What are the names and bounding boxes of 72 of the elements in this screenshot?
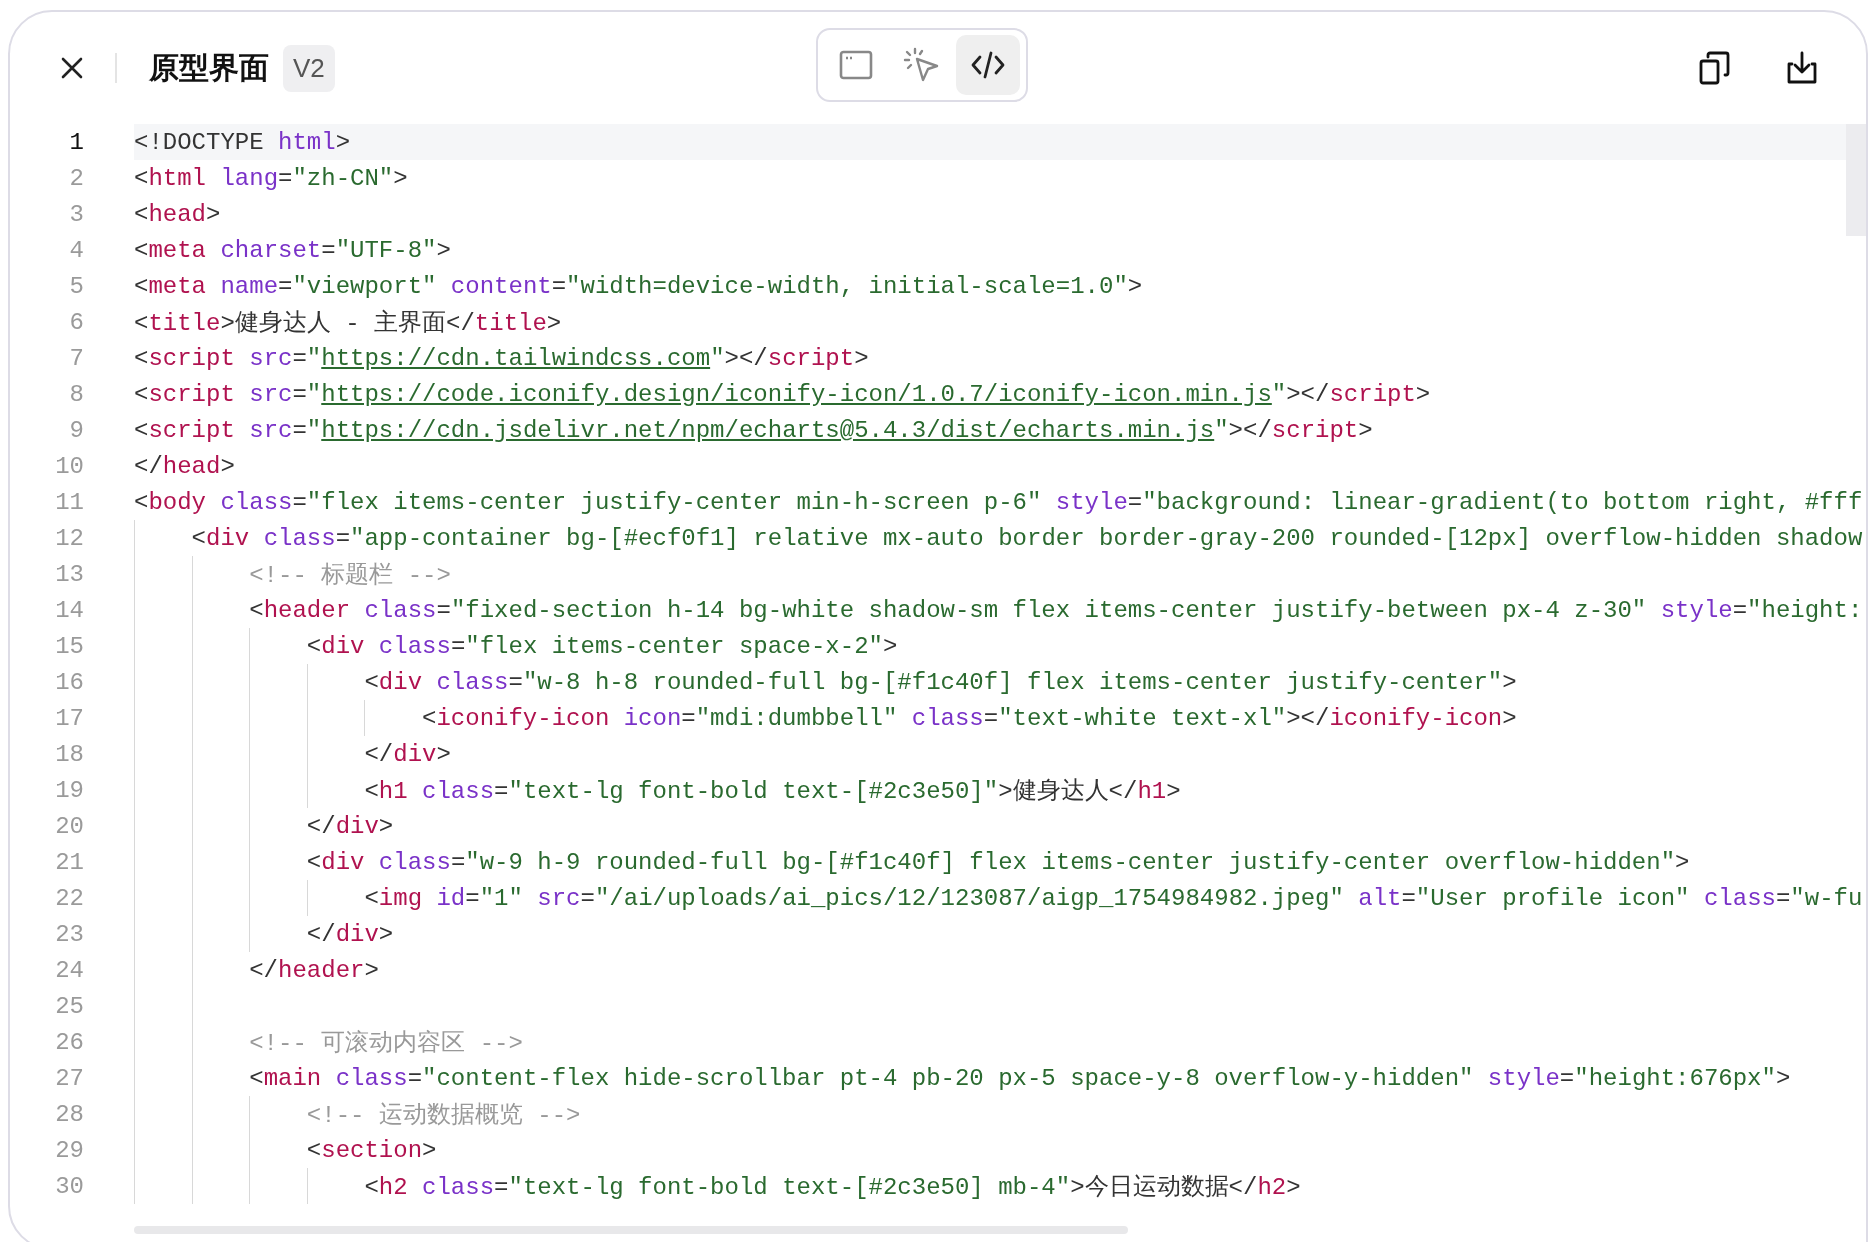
code-line: <div class="app-container bg-[#ecf0f1] relative mx-auto border border-gray-200 rounded-[12px] overflow-hidden shadow (191, 524, 1863, 552)
line-number: 28 (54, 1100, 84, 1128)
scrollbar-thumb[interactable] (1846, 124, 1866, 236)
close-icon (59, 55, 85, 81)
line-number: 24 (54, 956, 84, 984)
code-line: <meta name="viewport" content="width=device-width, initial-scale=1.0"> (134, 272, 1143, 300)
line-number: 9 (68, 416, 84, 444)
line-number: 27 (54, 1064, 84, 1092)
line-number: 23 (54, 920, 84, 948)
line-number: 14 (54, 596, 84, 624)
line-number: 20 (54, 812, 84, 840)
line-number: 25 (54, 992, 84, 1020)
code-line: </head> (134, 452, 235, 480)
code-line: </div> (306, 812, 394, 840)
cursor-click-icon (903, 47, 941, 83)
code-line: </div> (364, 740, 451, 768)
code-line: <script src="https://code.iconify.design/iconify-icon/1.0.7/iconify-icon.min.js"></script> (134, 380, 1431, 408)
code-link[interactable]: https://code.iconify.design/iconify-icon/1.0.7/iconify-icon.min.js (321, 380, 1272, 408)
code-line: <script src="https://cdn.jsdelivr.net/npm/echarts@5.4.3/dist/echarts.min.js"></script> (134, 416, 1373, 444)
code-line: <div class="w-9 h-9 rounded-full bg-[#f1c40f] flex items-center justify-center overflow-hidden"> (306, 848, 1690, 876)
code-line: <script src="https://cdn.tailwindcss.com"></script> (134, 344, 869, 372)
code-line: <h1 class="text-lg font-bold text-[#2c3e50]">健身达人</h1> (364, 777, 1181, 806)
code-line: <div class="flex items-center space-x-2"> (306, 632, 898, 660)
code-line: <title>健身达人 - 主界面</title> (134, 308, 562, 338)
line-number: 6 (68, 308, 84, 336)
line-number: 29 (54, 1136, 84, 1164)
line-number: 13 (54, 560, 84, 588)
line-number: 21 (54, 848, 84, 876)
code-icon (970, 50, 1006, 80)
line-number: 26 (54, 1028, 84, 1056)
code-line: <meta charset="UTF-8"> (134, 236, 451, 264)
code-line: <iconify-icon icon="mdi:dumbbell" class="text-white text-xl"></iconify-icon> (422, 704, 1517, 732)
code-line: <!-- 可滚动内容区 --> (249, 1029, 523, 1058)
line-number: 19 (54, 776, 84, 804)
line-number: 1 (68, 128, 84, 156)
code-line: </div> (306, 920, 394, 948)
code-link[interactable]: https://cdn.jsdelivr.net/npm/echarts@5.4.3/dist/echarts.min.js (321, 416, 1215, 444)
line-number: 4 (68, 236, 84, 264)
version-badge: V2 (283, 44, 335, 92)
code-line: <html lang="zh-CN"> (134, 164, 408, 192)
code-line: <main class="content-flex hide-scrollbar pt-4 pb-20 px-5 space-y-8 overflow-y-hidden" style="height:676px"> (249, 1064, 1791, 1092)
code-line: </header> (249, 956, 379, 984)
line-number: 11 (54, 488, 84, 516)
line-number: 18 (54, 740, 84, 768)
code-line: <head> (134, 200, 221, 228)
code-line: <!-- 标题栏 --> (249, 561, 451, 590)
line-number: 17 (54, 704, 84, 732)
line-number: 3 (68, 200, 84, 228)
line-number: 30 (54, 1172, 84, 1200)
window-icon (839, 50, 873, 80)
code-line: <header class="fixed-section h-14 bg-white shadow-sm flex items-center justify-between px-4 z-30" style="height: (249, 596, 1863, 624)
code-line: <img id="1" src="/ai/uploads/ai_pics/12/123087/aigp_1754984982.jpeg" alt="User profile icon" class="w-fu (364, 884, 1863, 912)
line-number: 10 (54, 452, 84, 480)
line-number: 8 (68, 380, 84, 408)
page-title: 原型界面 (149, 49, 269, 86)
code-line: <!DOCTYPE html> (134, 128, 351, 156)
code-line: <section> (306, 1136, 437, 1164)
code-mode-button[interactable] (956, 35, 1020, 95)
code-line: <!-- 运动数据概览 --> (306, 1101, 581, 1130)
line-number: 15 (54, 632, 84, 660)
line-number: 16 (54, 668, 84, 696)
code-link[interactable]: https://cdn.tailwindcss.com (321, 344, 711, 372)
line-number: 12 (54, 524, 84, 552)
code-line: <h2 class="text-lg font-bold text-[#2c3e50] mb-4">今日运动数据</h2> (364, 1173, 1301, 1202)
download-icon (1785, 50, 1819, 86)
code-line: <body class="flex items-center justify-center min-h-screen p-6" style="background: linear-gradient(to bottom right, #fff (134, 488, 1863, 516)
line-number: 5 (68, 272, 84, 300)
line-number: 22 (54, 884, 84, 912)
line-number: 7 (68, 344, 84, 372)
line-number: 2 (68, 164, 84, 192)
copy-icon (1698, 50, 1732, 86)
code-line: <div class="w-8 h-8 rounded-full bg-[#f1c40f] flex items-center justify-center"> (364, 668, 1517, 696)
